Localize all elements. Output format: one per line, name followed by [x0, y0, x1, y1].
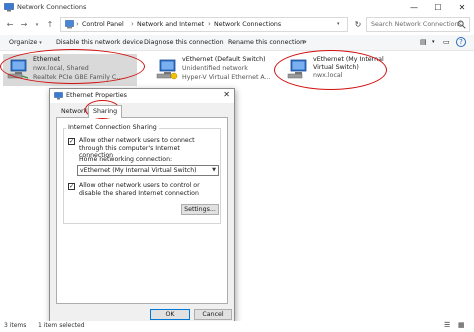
ethernet-adapter-icon	[7, 59, 29, 79]
chevron-down-icon: ▼	[212, 167, 216, 173]
home-connection-select[interactable]: vEthernet (My Internal Virtual Switch) ▼	[77, 165, 219, 176]
adapter-ethernet[interactable]: Ethernet nwx.local, Shared Realtek PCIe …	[3, 54, 137, 86]
adapter-device: Realtek PCIe GBE Family C...	[33, 74, 123, 81]
allow-control-label: Allow other network users to control or …	[79, 182, 200, 197]
dialog-close-icon[interactable]: ✕	[223, 90, 230, 99]
minimize-button[interactable]: —	[404, 0, 424, 16]
breadcrumb-network-and-internet[interactable]: Network and Internet	[137, 21, 204, 28]
window-title: Network Connections	[17, 3, 87, 11]
diagnose-connection-button[interactable]: Diagnose this connection	[144, 39, 224, 46]
home-networking-label: Home networking connection:	[79, 156, 173, 163]
title-bar: Network Connections — ☐ ✕	[0, 0, 474, 16]
dialog-title-bar: Ethernet Properties ✕	[50, 89, 234, 103]
up-arrow-icon[interactable]: ↑	[44, 19, 56, 31]
refresh-icon[interactable]: ↻	[352, 17, 364, 32]
search-input[interactable]: Search Network Connections	[371, 21, 462, 28]
address-dropdown-chevron-icon[interactable]: ▾	[337, 21, 340, 27]
ethernet-properties-dialog: Ethernet Properties ✕ Networking Sharing…	[49, 88, 235, 322]
back-arrow-icon[interactable]: ←	[4, 19, 16, 31]
search-box[interactable]: Search Network Connections	[366, 17, 470, 32]
help-icon[interactable]: ?	[456, 37, 466, 47]
details-view-icon[interactable]: ☰	[444, 321, 450, 329]
chevron-down-icon: ▾	[39, 40, 42, 46]
status-bar: 3 items 1 item selected ☰ ▦	[0, 321, 474, 332]
ok-button[interactable]: OK	[150, 309, 190, 320]
maximize-button[interactable]: ☐	[428, 0, 448, 16]
adapter-status: nwx.local	[313, 72, 343, 79]
adapter-name: Ethernet	[33, 56, 61, 63]
network-adapter-icon	[54, 92, 63, 100]
rename-connection-button[interactable]: Rename this connection	[228, 39, 304, 46]
command-bar: Organize ▾ Disable this network device D…	[0, 35, 474, 51]
virtual-adapter-icon	[287, 59, 307, 79]
forward-arrow-icon[interactable]: →	[18, 19, 30, 31]
breadcrumb-network-connections[interactable]: Network Connections	[214, 21, 281, 28]
sharing-tab-panel: Internet Connection Sharing ✓ Allow othe…	[56, 117, 228, 304]
adapter-name: vEthernet (My Internal Virtual Switch)	[313, 56, 384, 71]
breadcrumb-separator-icon: ›	[208, 20, 211, 28]
address-bar[interactable]: › Control Panel › Network and Internet ›…	[60, 17, 348, 32]
adapter-vethernet-internal-switch[interactable]: vEthernet (My Internal Virtual Switch) n…	[283, 54, 393, 86]
recent-locations-chevron-icon[interactable]: ▾	[31, 19, 43, 31]
ics-group-label: Internet Connection Sharing	[66, 124, 159, 131]
adapter-name: vEthernet (Default Switch)	[182, 56, 266, 63]
network-connections-icon	[4, 3, 14, 12]
virtual-adapter-icon	[156, 59, 178, 80]
dialog-title: Ethernet Properties	[66, 92, 127, 99]
item-count: 3 items	[4, 322, 27, 329]
tab-sharing[interactable]: Sharing	[88, 105, 123, 118]
breadcrumb-separator-icon: ›	[76, 20, 79, 28]
large-icons-view-icon[interactable]: ▦	[458, 321, 465, 329]
organize-label: Organize	[9, 39, 38, 46]
breadcrumb-separator-icon: ›	[131, 20, 134, 28]
adapter-device: Hyper-V Virtual Ethernet A...	[182, 74, 271, 81]
allow-control-checkbox[interactable]: ✓	[68, 183, 75, 190]
organize-menu[interactable]: Organize ▾	[9, 39, 42, 46]
adapter-status: Unidentified network	[182, 65, 248, 72]
adapter-vethernet-default-switch[interactable]: vEthernet (Default Switch) Unidentified …	[152, 54, 287, 86]
disable-device-button[interactable]: Disable this network device	[56, 39, 143, 46]
cancel-button[interactable]: Cancel	[194, 309, 232, 320]
close-button[interactable]: ✕	[452, 0, 472, 16]
breadcrumb-control-panel[interactable]: Control Panel	[82, 21, 124, 28]
allow-connect-checkbox[interactable]: ✓	[68, 138, 75, 145]
change-view-icon[interactable]: ▤	[420, 38, 427, 46]
search-icon	[457, 20, 466, 29]
more-commands-icon[interactable]: »	[302, 37, 307, 46]
adapter-status: nwx.local, Shared	[33, 65, 89, 72]
preview-pane-icon[interactable]: ▭	[443, 38, 450, 46]
view-options-chevron-icon[interactable]: ▾	[432, 39, 435, 45]
settings-button[interactable]: Settings...	[181, 204, 219, 215]
home-connection-value: vEthernet (My Internal Virtual Switch)	[80, 167, 197, 174]
control-panel-icon	[65, 20, 74, 29]
selected-count: 1 item selected	[38, 322, 85, 329]
